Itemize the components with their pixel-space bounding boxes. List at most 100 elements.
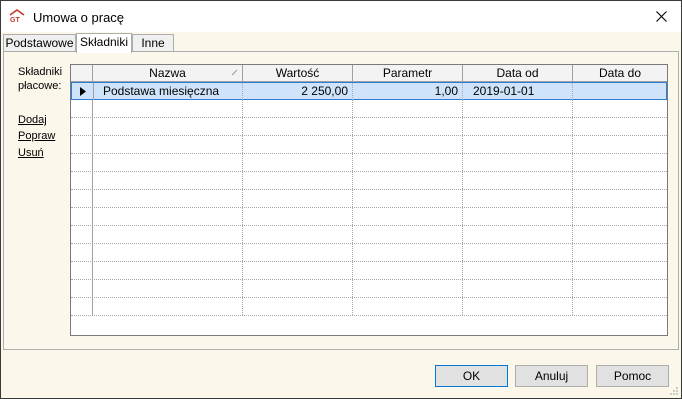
- grid-cell[interactable]: [243, 226, 353, 243]
- table-row[interactable]: [71, 100, 667, 118]
- table-row[interactable]: [71, 154, 667, 172]
- grid-cell[interactable]: [463, 208, 573, 225]
- grid-cell[interactable]: [243, 208, 353, 225]
- grid-cell[interactable]: [353, 100, 463, 117]
- grid-cell[interactable]: [463, 280, 573, 297]
- add-link[interactable]: Dodaj: [18, 114, 47, 126]
- grid-cell[interactable]: [93, 172, 243, 189]
- help-button[interactable]: Pomoc: [596, 365, 669, 387]
- ok-button[interactable]: OK: [435, 365, 508, 387]
- grid-cell[interactable]: [573, 154, 667, 171]
- grid-cell[interactable]: [243, 262, 353, 279]
- table-row[interactable]: [71, 244, 667, 262]
- components-grid[interactable]: Nazwa Wartość Parametr Data od Data do P…: [70, 64, 668, 336]
- grid-cell[interactable]: [93, 244, 243, 261]
- grid-cell[interactable]: [353, 118, 463, 135]
- delete-link[interactable]: Usuń: [18, 147, 44, 159]
- column-header-data-od[interactable]: Data od: [463, 65, 573, 81]
- close-button[interactable]: [647, 5, 675, 27]
- table-row[interactable]: [71, 280, 667, 298]
- grid-cell[interactable]: [353, 244, 463, 261]
- table-row[interactable]: [71, 226, 667, 244]
- grid-cell[interactable]: [463, 100, 573, 117]
- table-row[interactable]: Podstawa miesięczna 2 250,00 1,00 2019-0…: [71, 82, 667, 100]
- grid-cell[interactable]: [243, 172, 353, 189]
- table-row[interactable]: [71, 262, 667, 280]
- tab-panel-skladniki: Składniki płacowe: Dodaj Popraw Usuń Naz…: [3, 51, 679, 350]
- grid-cell[interactable]: [353, 226, 463, 243]
- grid-cell[interactable]: [93, 280, 243, 297]
- column-header-nazwa[interactable]: Nazwa: [93, 65, 243, 81]
- grid-cell[interactable]: [93, 208, 243, 225]
- row-indicator: [71, 298, 93, 315]
- table-row[interactable]: [71, 118, 667, 136]
- table-row[interactable]: [71, 208, 667, 226]
- table-row[interactable]: [71, 172, 667, 190]
- grid-cell[interactable]: [93, 100, 243, 117]
- grid-cell[interactable]: [353, 136, 463, 153]
- grid-cell[interactable]: [93, 298, 243, 315]
- table-row[interactable]: [71, 298, 667, 316]
- grid-cell[interactable]: [463, 298, 573, 315]
- grid-cell[interactable]: [463, 118, 573, 135]
- resize-grip-icon[interactable]: [669, 386, 679, 396]
- cell-parametr[interactable]: 1,00: [353, 83, 463, 100]
- grid-cell[interactable]: [573, 226, 667, 243]
- grid-cell[interactable]: [353, 190, 463, 207]
- grid-cell[interactable]: [573, 298, 667, 315]
- grid-cell[interactable]: [573, 244, 667, 261]
- cell-nazwa[interactable]: Podstawa miesięczna: [93, 83, 243, 100]
- grid-cell[interactable]: [93, 136, 243, 153]
- title-bar: GT Umowa o pracę: [1, 1, 681, 32]
- column-header-wartosc[interactable]: Wartość: [243, 65, 353, 81]
- grid-cell[interactable]: [243, 298, 353, 315]
- grid-cell[interactable]: [573, 118, 667, 135]
- grid-cell[interactable]: [243, 280, 353, 297]
- grid-cell[interactable]: [573, 136, 667, 153]
- grid-cell[interactable]: [573, 172, 667, 189]
- column-header-parametr[interactable]: Parametr: [353, 65, 463, 81]
- grid-cell[interactable]: [463, 136, 573, 153]
- grid-cell[interactable]: [353, 280, 463, 297]
- grid-cell[interactable]: [573, 190, 667, 207]
- column-header-data-do[interactable]: Data do: [573, 65, 667, 81]
- table-row[interactable]: [71, 136, 667, 154]
- tab-podstawowe[interactable]: Podstawowe: [3, 34, 76, 52]
- cell-data-do[interactable]: [573, 83, 666, 100]
- grid-cell[interactable]: [93, 154, 243, 171]
- grid-cell[interactable]: [93, 226, 243, 243]
- grid-cell[interactable]: [353, 172, 463, 189]
- grid-cell[interactable]: [463, 244, 573, 261]
- grid-cell[interactable]: [243, 244, 353, 261]
- grid-cell[interactable]: [353, 208, 463, 225]
- table-row[interactable]: [71, 190, 667, 208]
- grid-cell[interactable]: [463, 172, 573, 189]
- header-indicator: [71, 65, 93, 81]
- grid-cell[interactable]: [353, 298, 463, 315]
- cell-wartosc[interactable]: 2 250,00: [243, 83, 353, 100]
- grid-cell[interactable]: [573, 280, 667, 297]
- grid-cell[interactable]: [93, 190, 243, 207]
- grid-cell[interactable]: [93, 118, 243, 135]
- grid-cell[interactable]: [243, 154, 353, 171]
- grid-cell[interactable]: [463, 226, 573, 243]
- grid-cell[interactable]: [93, 262, 243, 279]
- grid-cell[interactable]: [243, 190, 353, 207]
- edit-link[interactable]: Popraw: [18, 130, 55, 142]
- grid-cell[interactable]: [243, 118, 353, 135]
- grid-cell[interactable]: [243, 100, 353, 117]
- grid-cell[interactable]: [573, 208, 667, 225]
- cancel-button[interactable]: Anuluj: [515, 365, 588, 387]
- grid-cell[interactable]: [573, 100, 667, 117]
- grid-cell[interactable]: [573, 262, 667, 279]
- cell-data-od[interactable]: 2019-01-01: [463, 83, 573, 100]
- tab-inne[interactable]: Inne: [132, 34, 174, 52]
- grid-cell[interactable]: [463, 154, 573, 171]
- components-label-line2: płacowe:: [18, 80, 62, 92]
- grid-cell[interactable]: [463, 190, 573, 207]
- grid-cell[interactable]: [353, 262, 463, 279]
- grid-cell[interactable]: [463, 262, 573, 279]
- grid-cell[interactable]: [243, 136, 353, 153]
- grid-cell[interactable]: [353, 154, 463, 171]
- tab-skladniki[interactable]: Składniki: [76, 33, 132, 53]
